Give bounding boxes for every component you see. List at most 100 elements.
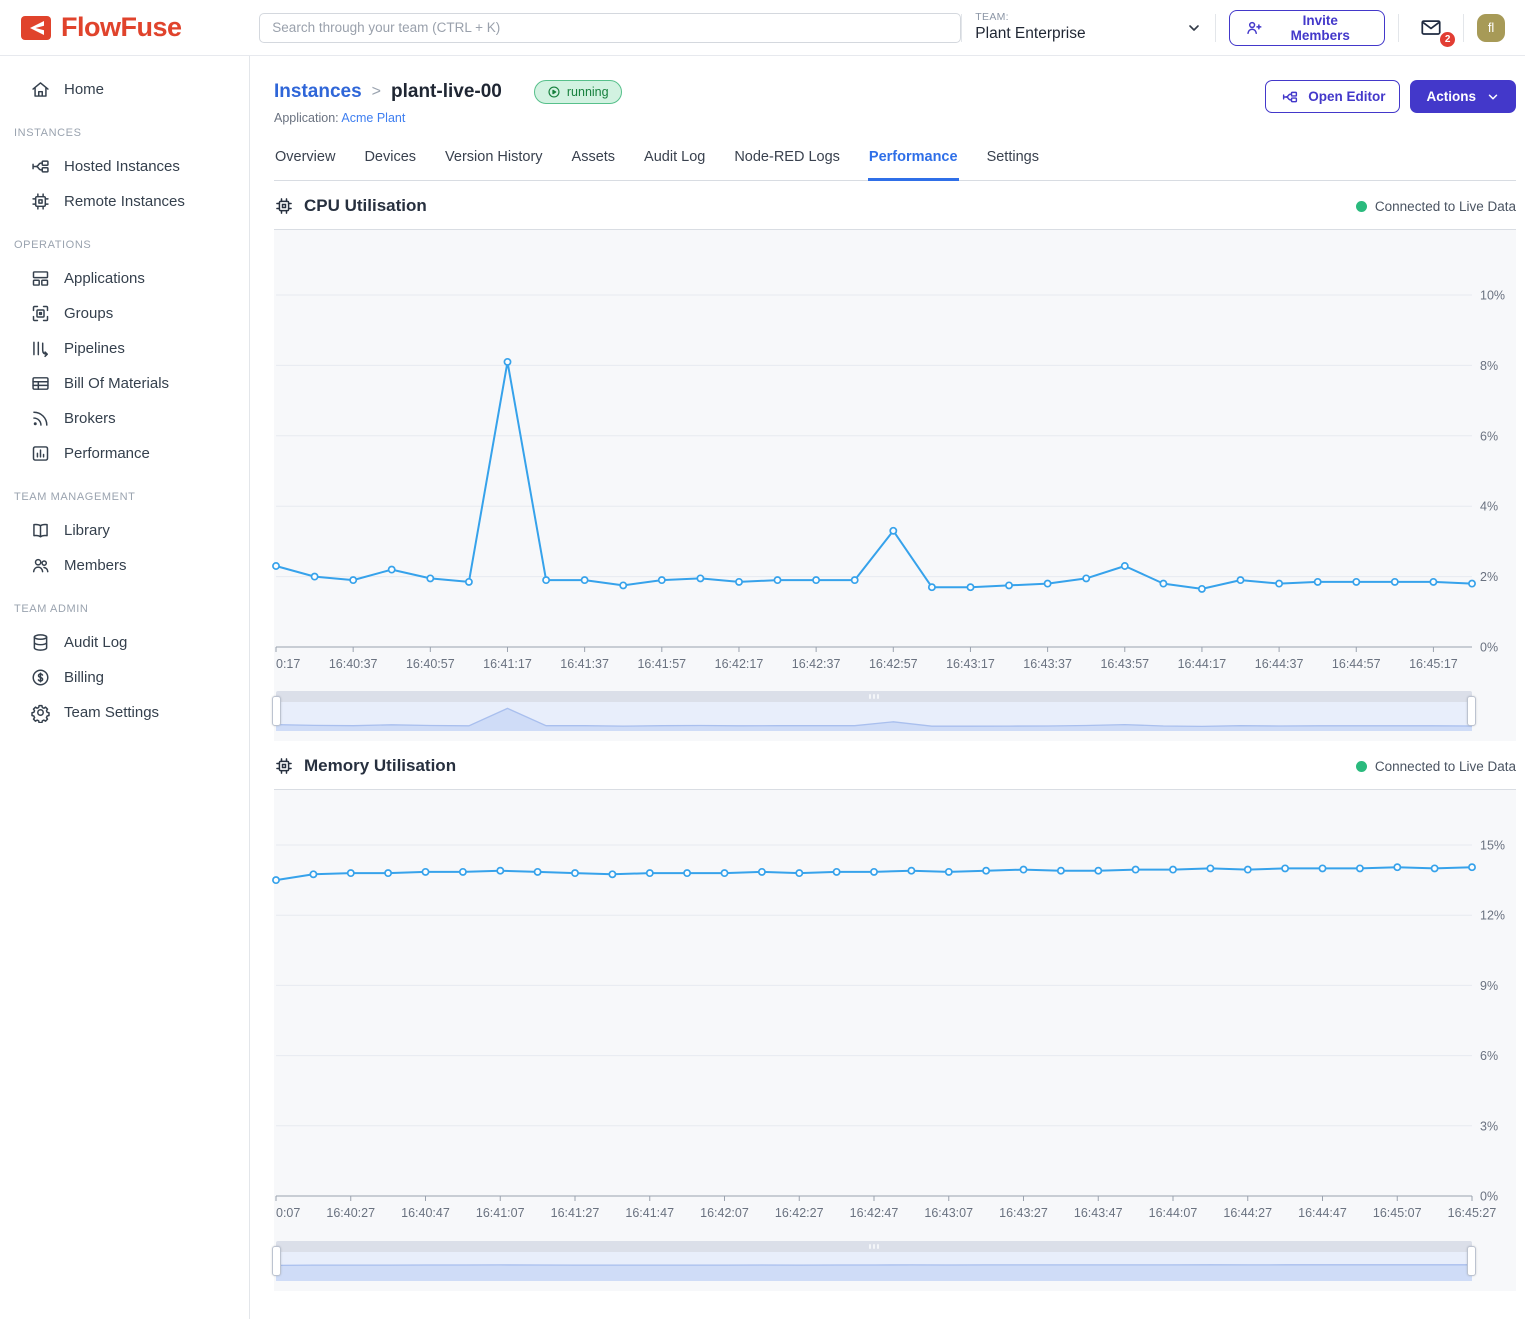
svg-text:2%: 2% [1480, 570, 1498, 584]
sidebar-nav: Home INSTANCES Hosted InstancesRemote Inst… [0, 56, 250, 1319]
data-point [1207, 865, 1213, 871]
scrubber-handle-left[interactable] [272, 1246, 281, 1276]
data-point [890, 528, 896, 534]
sidebar-section-instances: INSTANCES [0, 127, 249, 139]
sidebar-item-library[interactable]: Library [0, 513, 249, 548]
search-input[interactable] [259, 13, 961, 43]
sidebar-item-label: Audit Log [64, 634, 127, 651]
user-plus-icon [1245, 19, 1263, 37]
notifications-button[interactable]: 2 [1412, 15, 1450, 41]
data-point [1392, 579, 1398, 585]
notification-badge: 2 [1438, 30, 1457, 49]
sidebar-item-home[interactable]: Home [0, 72, 249, 107]
sidebar-item-remote-instances[interactable]: Remote Instances [0, 184, 249, 219]
memory-utilisation-section: Memory Utilisation Connected to Live Dat… [274, 756, 1516, 1291]
data-point [834, 869, 840, 875]
play-circle-icon [547, 85, 561, 99]
data-point [1133, 867, 1139, 873]
flowfuse-logo[interactable]: FlowFuse [20, 12, 259, 43]
sidebar-item-performance[interactable]: Performance [0, 436, 249, 471]
svg-text:15%: 15% [1480, 839, 1505, 853]
data-point [572, 870, 578, 876]
svg-text:16:43:47: 16:43:47 [1074, 1206, 1123, 1220]
svg-text:6%: 6% [1480, 1049, 1498, 1063]
live-dot-icon [1356, 201, 1367, 212]
tab-overview[interactable]: Overview [274, 145, 336, 181]
sidebar-item-hosted-instances[interactable]: Hosted Instances [0, 149, 249, 184]
svg-text:0:07: 0:07 [276, 1206, 300, 1220]
tab-version-history[interactable]: Version History [444, 145, 544, 181]
tab-performance[interactable]: Performance [868, 145, 959, 181]
sidebar-item-team-settings[interactable]: Team Settings [0, 695, 249, 730]
sidebar-item-label: Billing [64, 669, 104, 686]
scrubber-handle-right[interactable] [1467, 1246, 1476, 1276]
sidebar-item-members[interactable]: Members [0, 548, 249, 583]
application-link[interactable]: Acme Plant [341, 111, 405, 125]
svg-text:16:42:17: 16:42:17 [715, 657, 764, 671]
divider [1398, 14, 1399, 42]
sidebar-item-label: Groups [64, 305, 113, 322]
data-point [1122, 563, 1128, 569]
sidebar-item-label: Team Settings [64, 704, 159, 721]
data-point [273, 877, 279, 883]
data-point [1432, 865, 1438, 871]
svg-text:16:43:57: 16:43:57 [1100, 657, 1149, 671]
data-point [1160, 581, 1166, 587]
open-editor-button[interactable]: Open Editor [1265, 80, 1400, 113]
svg-text:16:45:07: 16:45:07 [1373, 1206, 1422, 1220]
audit-log-icon [30, 632, 51, 653]
data-point [1245, 867, 1251, 873]
applications-icon [30, 268, 51, 289]
sidebar-item-pipelines[interactable]: Pipelines [0, 331, 249, 366]
tab-assets[interactable]: Assets [571, 145, 617, 181]
svg-text:16:41:37: 16:41:37 [560, 657, 609, 671]
svg-text:16:44:57: 16:44:57 [1332, 657, 1381, 671]
application-line: Application: Acme Plant [274, 111, 622, 125]
data-point [774, 577, 780, 583]
scrubber-track[interactable] [276, 1241, 1472, 1252]
tab-devices[interactable]: Devices [363, 145, 417, 181]
scrubber-handle-left[interactable] [272, 696, 281, 726]
sidebar-item-bill-of-materials[interactable]: Bill Of Materials [0, 366, 249, 401]
data-point [620, 582, 626, 588]
tab-bar: Overview Devices Version History Assets Audi… [274, 145, 1516, 181]
svg-text:16:40:37: 16:40:37 [329, 657, 378, 671]
breadcrumb: Instances > plant-live-00 running [274, 80, 622, 104]
scrubber-handle-right[interactable] [1467, 696, 1476, 726]
svg-text:12%: 12% [1480, 909, 1505, 923]
tab-audit-log[interactable]: Audit Log [643, 145, 706, 181]
data-point [1095, 868, 1101, 874]
sidebar-item-groups[interactable]: Groups [0, 296, 249, 331]
data-point [929, 584, 935, 590]
svg-text:16:41:57: 16:41:57 [637, 657, 686, 671]
scrubber-track[interactable] [276, 691, 1472, 702]
breadcrumb-instances-link[interactable]: Instances [274, 81, 362, 103]
svg-text:16:43:27: 16:43:27 [999, 1206, 1048, 1220]
svg-text:16:40:57: 16:40:57 [406, 657, 455, 671]
data-point [385, 870, 391, 876]
data-point [1083, 575, 1089, 581]
data-point [871, 869, 877, 875]
data-point [273, 563, 279, 569]
data-point [504, 359, 510, 365]
invite-members-button[interactable]: Invite Members [1229, 10, 1385, 46]
billing-icon [30, 667, 51, 688]
data-point [721, 870, 727, 876]
sidebar-item-brokers[interactable]: Brokers [0, 401, 249, 436]
user-avatar[interactable]: fl [1477, 14, 1505, 42]
tab-settings[interactable]: Settings [986, 145, 1040, 181]
scrubber-minimap[interactable] [276, 702, 1472, 731]
svg-text:16:44:27: 16:44:27 [1223, 1206, 1272, 1220]
data-point [852, 577, 858, 583]
data-point [1353, 579, 1359, 585]
data-point [1394, 864, 1400, 870]
sidebar-item-billing[interactable]: Billing [0, 660, 249, 695]
sidebar-item-audit-log[interactable]: Audit Log [0, 625, 249, 660]
sidebar-item-applications[interactable]: Applications [0, 261, 249, 296]
brokers-icon [30, 408, 51, 429]
tab-node-red-logs[interactable]: Node-RED Logs [733, 145, 841, 181]
team-switcher[interactable]: TEAM: Plant Enterprise [975, 11, 1202, 44]
actions-button[interactable]: Actions [1410, 80, 1516, 113]
svg-text:16:41:17: 16:41:17 [483, 657, 532, 671]
scrubber-minimap[interactable] [276, 1252, 1472, 1281]
